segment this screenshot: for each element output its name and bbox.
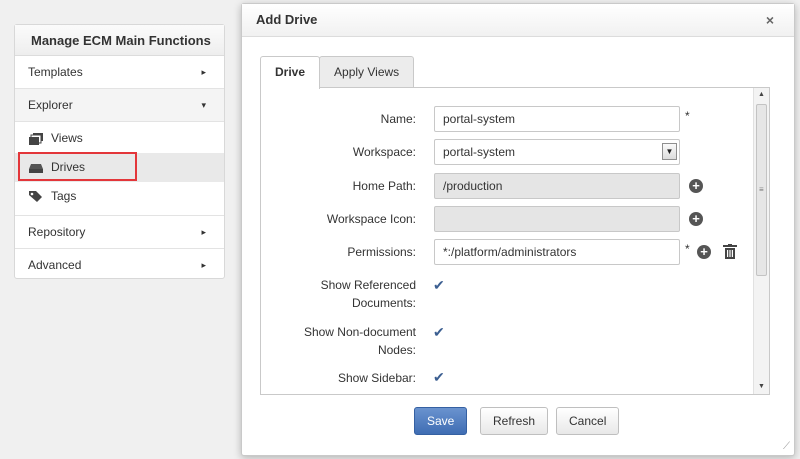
permissions-label: Permissions: xyxy=(347,245,416,259)
show-non-document-checkbox[interactable]: ✔ xyxy=(433,325,447,339)
show-non-document-label-line1: Show Non-document xyxy=(303,325,416,339)
tab-apply-views[interactable]: Apply Views xyxy=(319,56,415,88)
menu-section-advanced[interactable]: Advanced ▸ xyxy=(15,249,224,282)
home-path-label: Home Path: xyxy=(352,179,416,193)
workspace-label: Workspace: xyxy=(352,145,416,159)
permissions-input[interactable]: *:/platform/administrators xyxy=(434,239,680,265)
cancel-button[interactable]: Cancel xyxy=(556,407,620,435)
menu-section-templates[interactable]: Templates ▸ xyxy=(15,56,224,89)
close-icon[interactable]: × xyxy=(766,4,774,36)
tab-drive[interactable]: Drive xyxy=(260,56,321,89)
menu-item-views[interactable]: Views xyxy=(15,124,224,153)
panel-title: Manage ECM Main Functions xyxy=(15,25,224,56)
add-drive-dialog: Add Drive × Drive Apply Views Name: port… xyxy=(241,3,795,456)
show-referenced-label-line2: Documents: xyxy=(351,296,416,310)
drives-highlight-box xyxy=(18,152,137,181)
dialog-tabs: Drive Apply Views xyxy=(260,56,415,89)
dialog-header: Add Drive × xyxy=(242,4,794,37)
show-referenced-label-line1: Show Referenced xyxy=(320,278,416,292)
menu-section-label: Templates xyxy=(28,65,83,79)
add-home-path-icon[interactable]: + xyxy=(689,179,703,193)
workspace-icon-label: Workspace Icon: xyxy=(326,212,416,226)
dialog-footer: Save Refresh Cancel xyxy=(242,406,794,440)
menu-section-label: Advanced xyxy=(28,258,82,272)
workspace-icon-input[interactable] xyxy=(434,206,680,232)
chevron-down-icon: ▾ xyxy=(201,100,206,110)
show-sidebar-checkbox[interactable]: ✔ xyxy=(433,370,447,384)
tag-icon xyxy=(29,191,42,202)
show-non-document-label: Show Non-document Nodes: xyxy=(304,323,416,359)
workspace-select[interactable]: portal-system ▼ xyxy=(434,139,680,165)
dropdown-arrow-icon[interactable]: ▼ xyxy=(662,143,677,160)
menu-section-repository[interactable]: Repository ▸ xyxy=(15,216,224,249)
add-permission-icon[interactable]: + xyxy=(697,245,711,259)
dialog-title: Add Drive xyxy=(256,12,318,27)
scroll-thumb[interactable]: ≡ xyxy=(756,104,767,276)
chevron-right-icon: ▸ xyxy=(201,67,206,77)
form-scrollbar[interactable]: ▲ ≡ ▼ xyxy=(753,88,769,394)
save-button[interactable]: Save xyxy=(414,407,468,435)
scroll-up-icon[interactable]: ▲ xyxy=(754,88,769,102)
menu-item-tags[interactable]: Tags xyxy=(15,182,224,211)
chevron-right-icon: ▸ xyxy=(201,227,206,237)
show-sidebar-label: Show Sidebar: xyxy=(337,371,416,385)
menu-section-explorer[interactable]: Explorer ▾ xyxy=(15,89,224,122)
workspace-selected-value: portal-system xyxy=(443,145,516,159)
name-label: Name: xyxy=(380,112,416,126)
menu-section-label: Explorer xyxy=(28,98,73,112)
name-input[interactable]: portal-system xyxy=(434,106,680,132)
views-icon xyxy=(29,133,43,145)
show-non-document-label-line2: Nodes: xyxy=(377,343,416,357)
refresh-button[interactable]: Refresh xyxy=(480,407,549,435)
menu-item-label: Tags xyxy=(51,189,77,203)
menu-item-label: Views xyxy=(51,131,83,145)
resize-handle-icon[interactable]: ⟋ xyxy=(783,441,790,452)
home-path-input[interactable]: /production xyxy=(434,173,680,199)
drive-form-panel: Name: portal-system * Workspace: portal-… xyxy=(260,87,770,395)
required-mark: * xyxy=(685,242,690,256)
scroll-down-icon[interactable]: ▼ xyxy=(754,380,769,394)
trash-icon[interactable] xyxy=(723,244,737,259)
show-referenced-label: Show Referenced Documents: xyxy=(321,276,416,312)
chevron-right-icon: ▸ xyxy=(201,260,206,270)
required-mark: * xyxy=(685,109,690,123)
add-workspace-icon-icon[interactable]: + xyxy=(689,212,703,226)
menu-section-label: Repository xyxy=(28,225,86,239)
grip-icon: ≡ xyxy=(759,185,764,194)
show-referenced-checkbox[interactable]: ✔ xyxy=(433,278,447,292)
